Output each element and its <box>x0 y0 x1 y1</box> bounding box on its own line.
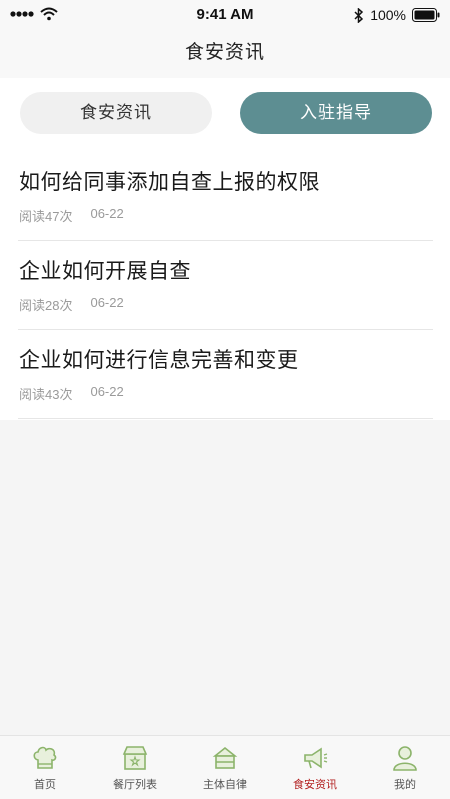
megaphone-icon <box>304 747 328 769</box>
nav-bar: 食安资讯 <box>0 30 450 78</box>
list-item[interactable]: 企业如何开展自查 阅读28次 06-22 <box>18 241 433 330</box>
article-date: 06-22 <box>90 384 124 399</box>
chef-hat-icon <box>33 746 57 769</box>
read-count: 阅读47次 <box>19 209 73 224</box>
tab-restaurant-list[interactable]: 餐厅列表 <box>90 736 180 799</box>
tab-label: 主体自律 <box>203 779 247 791</box>
article-meta: 阅读43次 06-22 <box>19 384 124 403</box>
tab-label: 我的 <box>394 779 416 791</box>
article-date: 06-22 <box>90 295 124 310</box>
content-area: 食安资讯 入驻指导 如何给同事添加自查上报的权限 阅读47次 06-22 企业如… <box>0 78 450 420</box>
article-title: 企业如何进行信息完善和变更 <box>19 349 299 372</box>
read-count: 阅读43次 <box>19 387 73 402</box>
tab-home[interactable]: 首页 <box>0 736 90 799</box>
tab-food-safety-news[interactable]: 食安资讯 <box>20 92 212 134</box>
tab-self-discipline[interactable]: 主体自律 <box>180 736 270 799</box>
battery-percentage: 100% <box>370 7 406 23</box>
article-title: 企业如何开展自查 <box>19 260 191 283</box>
shop-icon <box>122 746 148 770</box>
tab-onboarding-guide[interactable]: 入驻指导 <box>240 92 432 134</box>
status-right: 100% <box>354 7 440 23</box>
article-date: 06-22 <box>90 206 124 221</box>
segment-tabs: 食安资讯 入驻指导 <box>0 92 450 138</box>
list-item[interactable]: 企业如何进行信息完善和变更 阅读43次 06-22 <box>18 330 433 419</box>
read-count: 阅读28次 <box>19 298 73 313</box>
page-title: 食安资讯 <box>184 42 265 63</box>
user-icon <box>393 746 417 771</box>
bottom-tab-bar: 首页 餐厅列表 主体自律 食安资讯 我的 <box>0 735 450 799</box>
article-list: 如何给同事添加自查上报的权限 阅读47次 06-22 企业如何开展自查 阅读28… <box>0 152 450 419</box>
tab-label: 餐厅列表 <box>113 779 157 791</box>
list-item[interactable]: 如何给同事添加自查上报的权限 阅读47次 06-22 <box>18 152 433 241</box>
article-title: 如何给同事添加自查上报的权限 <box>19 171 320 194</box>
status-bar: 9:41 AM 100% <box>0 0 450 30</box>
battery-icon <box>412 8 440 22</box>
bluetooth-icon <box>354 7 364 23</box>
tab-label: 食安资讯 <box>293 779 337 791</box>
article-meta: 阅读47次 06-22 <box>19 206 124 225</box>
tab-mine[interactable]: 我的 <box>360 736 450 799</box>
building-icon <box>212 746 238 769</box>
tab-label: 首页 <box>34 779 56 791</box>
tab-food-safety-info[interactable]: 食安资讯 <box>270 736 360 799</box>
article-meta: 阅读28次 06-22 <box>19 295 124 314</box>
